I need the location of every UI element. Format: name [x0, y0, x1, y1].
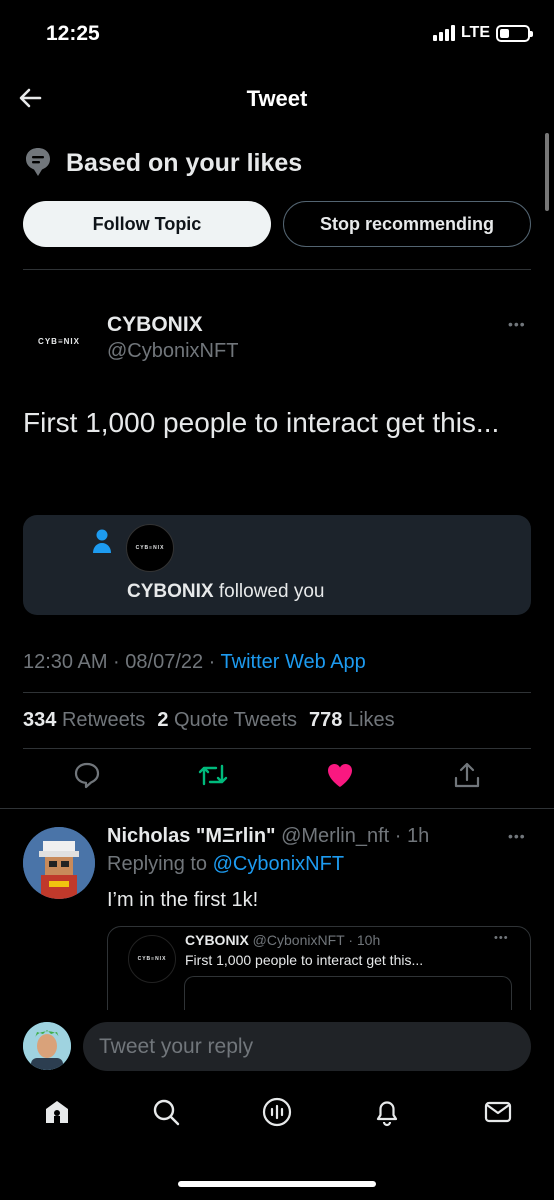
reply-author-name[interactable]: Nicholas "MΞrlin" — [107, 825, 276, 847]
replying-prefix: Replying to — [107, 853, 213, 875]
topic-bubble-icon — [24, 146, 52, 183]
reply-avatar[interactable] — [23, 827, 95, 899]
more-options-icon[interactable]: ••• — [508, 316, 526, 332]
retweets-label: Retweets — [61, 709, 146, 731]
tweet-text: First 1,000 people to interact get this.… — [23, 407, 500, 438]
tab-bar — [0, 1092, 554, 1142]
person-icon — [92, 528, 112, 559]
reply-text: I’m in the first 1k! — [107, 889, 259, 911]
divider — [23, 692, 531, 693]
reply-icon[interactable] — [72, 760, 102, 795]
network-label: LTE — [460, 24, 490, 41]
user-avatar[interactable] — [23, 1022, 71, 1070]
stop-recommending-button[interactable]: Stop recommending — [283, 201, 531, 247]
quotes-count: 2 — [157, 709, 169, 731]
divider — [0, 808, 554, 809]
likes-stat[interactable]: 778 Likes — [309, 709, 395, 732]
messages-icon[interactable] — [478, 1092, 518, 1132]
like-icon[interactable] — [325, 760, 355, 795]
tweet-source-link[interactable]: Twitter Web App — [221, 651, 366, 673]
author-name[interactable]: CYBONIX — [107, 313, 203, 337]
retweet-icon[interactable] — [197, 760, 229, 795]
embedded-name: CYBONIX — [127, 581, 214, 602]
quoted-more-options-icon[interactable]: ••• — [494, 932, 509, 944]
share-icon[interactable] — [452, 760, 482, 795]
home-indicator — [178, 1181, 376, 1187]
reply-more-options-icon[interactable]: ••• — [508, 828, 526, 844]
cybonix-logo: CYB≡NIX — [38, 336, 80, 346]
embedded-action: followed you — [213, 581, 325, 602]
quoted-author: CYBONIX @CybonixNFT · 10h — [185, 932, 380, 948]
battery-icon — [496, 24, 533, 42]
status-time: 12:25 — [46, 22, 100, 45]
search-icon[interactable] — [146, 1092, 186, 1132]
retweets-stat[interactable]: 334 Retweets — [23, 709, 145, 732]
avatar[interactable]: CYB≡NIX — [23, 305, 95, 377]
cybonix-logo: CYB≡NIX — [135, 545, 165, 551]
quotes-label: Quote Tweets — [174, 709, 298, 731]
divider — [23, 748, 531, 749]
scrollbar[interactable] — [545, 133, 549, 211]
quoted-name: CYBONIX — [185, 932, 249, 948]
home-icon[interactable] — [37, 1092, 77, 1132]
quotes-stat[interactable]: 2 Quote Tweets — [157, 709, 297, 732]
likes-label: Likes — [347, 709, 395, 731]
notifications-icon[interactable] — [367, 1092, 407, 1132]
page-title: Tweet — [246, 86, 308, 111]
replying-handle-link[interactable]: @CybonixNFT — [213, 853, 344, 875]
reply-handle-time: @Merlin_nft · 1h — [275, 825, 430, 847]
recommendation-title: Based on your likes — [66, 149, 303, 177]
cybonix-logo: CYB≡NIX — [137, 956, 167, 962]
retweets-count: 334 — [23, 709, 57, 731]
tweet-actions — [0, 760, 554, 800]
reply-input[interactable] — [83, 1022, 531, 1071]
follow-topic-button[interactable]: Follow Topic — [23, 201, 271, 247]
reply-author: Nicholas "MΞrlin" @Merlin_nft · 1h — [107, 825, 429, 848]
tweet-meta: 12:30 AM · 08/07/22 · Twitter Web App — [23, 651, 366, 674]
quoted-text: First 1,000 people to interact get this.… — [185, 952, 424, 968]
signal-icon — [432, 25, 455, 41]
author-handle[interactable]: @CybonixNFT — [107, 340, 238, 363]
quoted-avatar: CYB≡NIX — [128, 935, 176, 983]
status-indicators: LTE — [432, 24, 533, 42]
embedded-avatar: CYB≡NIX — [126, 524, 174, 572]
replying-to: Replying to @CybonixNFT — [107, 853, 344, 876]
tweet-stats: 334 Retweets 2 Quote Tweets 778 Likes — [23, 709, 395, 732]
spaces-icon[interactable] — [257, 1092, 297, 1132]
likes-count: 778 — [309, 709, 343, 731]
embedded-notification: CYBONIX followed you — [127, 581, 324, 603]
divider — [23, 269, 531, 270]
quoted-handle-time: @CybonixNFT · 10h — [248, 932, 381, 948]
tweet-timestamp: 12:30 AM · 08/07/22 · — [23, 651, 221, 673]
